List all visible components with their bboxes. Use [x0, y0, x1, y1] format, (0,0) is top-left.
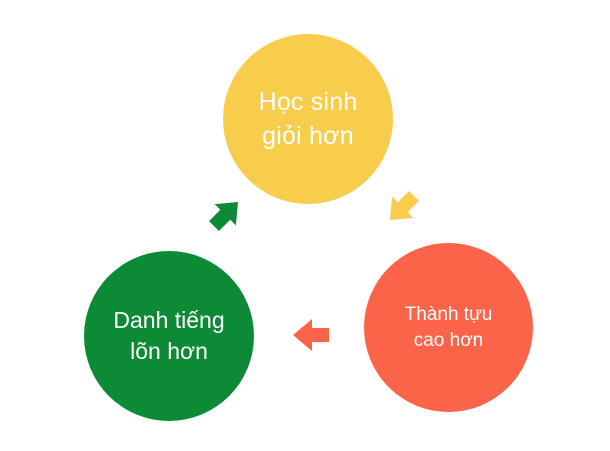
cycle-diagram: Học sinh giỏi hơn Danh tiếng lõn hơn Thà…: [0, 0, 610, 451]
node-thanh-tuu-cao-hon: Thành tựu cao hơn: [364, 243, 533, 412]
arrow-down-right-icon: [379, 186, 425, 230]
node-label-left: Danh tiếng lõn hơn: [113, 307, 225, 364]
node-danh-tieng-lon-hon: Danh tiếng lõn hơn: [84, 251, 254, 421]
arrow-left-icon: [288, 313, 334, 357]
arrow-up-right-icon: [203, 192, 249, 236]
node-hoc-sinh-gioi-hon: Học sinh giỏi hơn: [223, 34, 393, 204]
node-label-top: Học sinh giỏi hơn: [258, 88, 358, 150]
node-label-right: Thành tựu cao hơn: [404, 303, 493, 351]
